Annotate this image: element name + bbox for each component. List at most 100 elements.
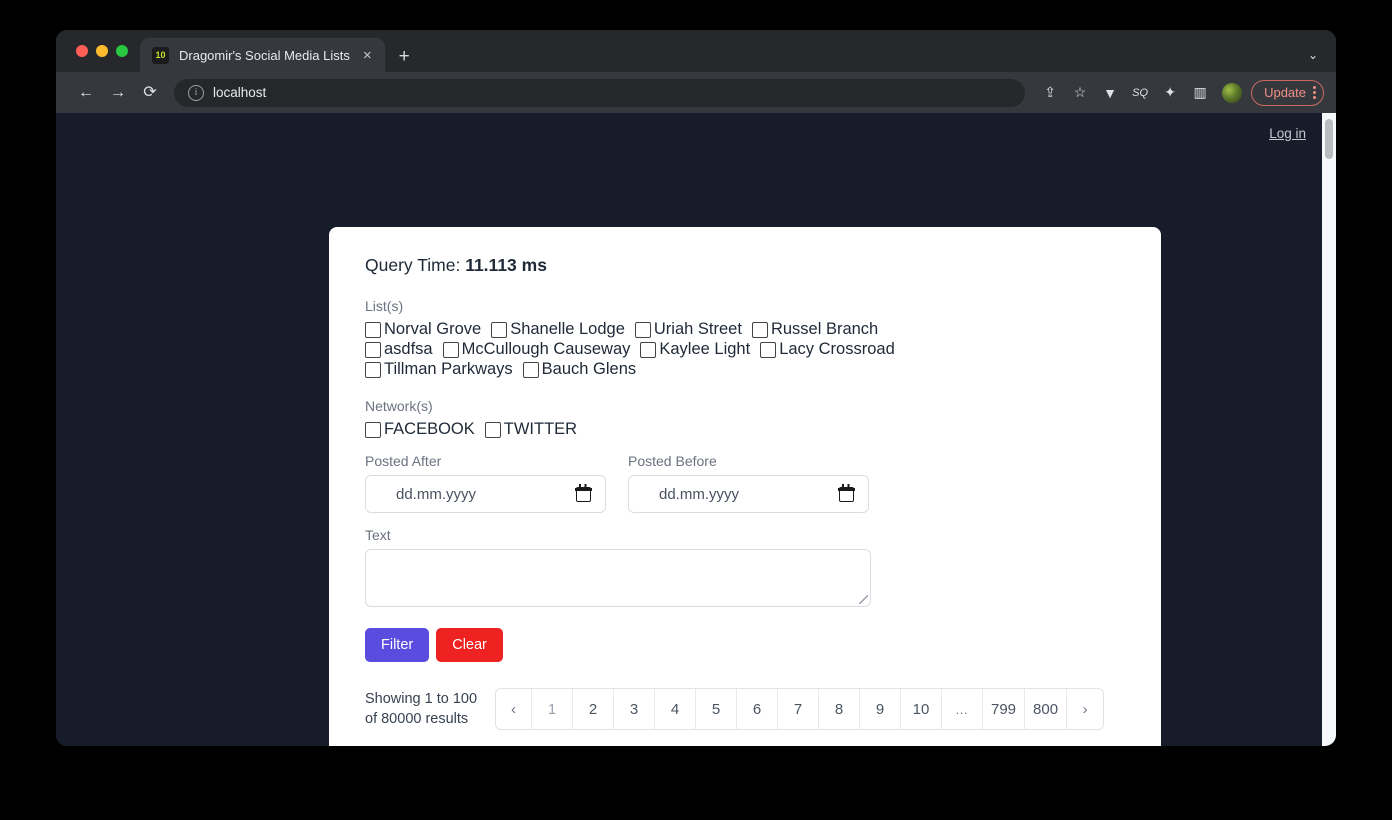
pagination-page[interactable]: 9 [860, 689, 901, 729]
list-checkbox-item[interactable]: Bauch Glens [522, 360, 637, 379]
checkbox-label: FACEBOOK [384, 420, 475, 438]
checkbox-row: Tillman Parkways Bauch Glens [365, 360, 1125, 379]
update-label: Update [1264, 85, 1306, 100]
checkbox-icon[interactable] [365, 421, 381, 438]
list-checkbox-item[interactable]: Uriah Street [634, 320, 742, 339]
profile-avatar[interactable] [1222, 82, 1243, 103]
checkbox-label: asdfsa [384, 340, 433, 358]
pagination-page[interactable]: 800 [1025, 689, 1068, 729]
login-link[interactable]: Log in [1269, 126, 1306, 141]
list-checkbox-item[interactable]: Kaylee Light [640, 340, 750, 359]
lists-label: List(s) [365, 298, 404, 314]
list-checkbox-item[interactable]: Norval Grove [365, 320, 481, 339]
checkbox-label: Bauch Glens [541, 360, 637, 378]
bookmark-star-icon[interactable]: ☆ [1067, 80, 1093, 106]
browser-tab[interactable]: 10 Dragomir's Social Media Lists × [140, 38, 385, 72]
checkbox-label: McCullough Causeway [461, 340, 631, 358]
pagination-ellipsis: … [942, 689, 983, 729]
checkbox-icon[interactable] [634, 321, 651, 338]
query-time-label: Query Time: [365, 255, 461, 275]
posted-before-field: Posted Before dd.mm.yyyy [628, 453, 869, 513]
network-checkbox-item[interactable]: FACEBOOK [365, 420, 475, 439]
text-filter-field: Text [365, 527, 1125, 607]
list-checkbox-item[interactable]: Lacy Crossroad [760, 340, 895, 359]
favicon-icon: 10 [152, 46, 169, 64]
checkbox-icon[interactable] [365, 321, 381, 338]
form-actions: Filter Clear [365, 628, 1125, 662]
checkbox-label: TWITTER [503, 420, 578, 438]
pagination-page[interactable]: 4 [655, 689, 696, 729]
checkbox-icon[interactable] [491, 321, 508, 338]
resize-handle-icon[interactable] [859, 595, 868, 604]
clear-button[interactable]: Clear [436, 628, 503, 662]
address-bar[interactable]: i localhost [174, 78, 1026, 107]
pagination-page[interactable]: 7 [778, 689, 819, 729]
chevron-down-icon[interactable]: ⌄ [1308, 48, 1318, 62]
checkbox-icon[interactable] [365, 361, 381, 378]
pagination-page[interactable]: 10 [901, 689, 942, 729]
web-page: Log in Query Time: 11.113 ms List(s) Nor… [56, 113, 1322, 746]
pagination-next[interactable]: › [1067, 689, 1103, 729]
update-button[interactable]: Update [1251, 79, 1324, 106]
site-info-icon[interactable]: i [188, 84, 204, 101]
tab-strip: 10 Dragomir's Social Media Lists × + ⌄ [56, 30, 1336, 72]
calendar-icon[interactable] [838, 483, 855, 502]
pagination-page[interactable]: 5 [696, 689, 737, 729]
checkbox-row: Norval Grove Shanelle Lodge Uriah Street… [365, 320, 1125, 339]
posted-after-placeholder: dd.mm.yyyy [396, 485, 477, 503]
posted-before-label: Posted Before [628, 453, 717, 469]
filter-card: Query Time: 11.113 ms List(s) Norval Gro… [329, 227, 1161, 746]
forward-icon[interactable]: → [104, 79, 132, 107]
v-shaped-icon[interactable]: ▼ [1097, 80, 1123, 106]
sidebar-panel-icon[interactable]: ▥ [1187, 80, 1213, 106]
browser-toolbar: ← → ⟳ i localhost ⇪ ☆ ▼ SQ ✦ ▥ Update [56, 72, 1336, 113]
list-checkbox-item[interactable]: Tillman Parkways [365, 360, 513, 379]
page-scrollbar[interactable] [1322, 113, 1336, 746]
window-controls [72, 30, 140, 72]
checkbox-label: Norval Grove [384, 320, 482, 338]
checkbox-label: Uriah Street [653, 320, 742, 338]
list-checkbox-item[interactable]: Russel Branch [751, 320, 878, 339]
list-checkbox-item[interactable]: asdfsa [365, 340, 433, 359]
checkbox-icon[interactable] [751, 321, 768, 338]
checkbox-icon[interactable] [484, 421, 501, 438]
lists-checkbox-group: Norval Grove Shanelle Lodge Uriah Street… [365, 320, 1125, 379]
back-icon[interactable]: ← [72, 79, 100, 107]
pagination-page[interactable]: 3 [614, 689, 655, 729]
close-tab-icon[interactable]: × [360, 46, 375, 65]
checkbox-icon[interactable] [640, 341, 657, 358]
extensions-puzzle-icon[interactable]: ✦ [1157, 80, 1183, 106]
posted-before-input[interactable]: dd.mm.yyyy [628, 475, 869, 513]
pagination-page[interactable]: 799 [983, 689, 1026, 729]
query-time: Query Time: 11.113 ms [365, 255, 1125, 276]
pagination-page[interactable]: 6 [737, 689, 778, 729]
browser-menu-icon[interactable] [1313, 85, 1316, 100]
text-filter-input[interactable] [365, 549, 871, 607]
pagination-prev[interactable]: ‹ [496, 689, 532, 729]
checkbox-icon[interactable] [760, 341, 777, 358]
list-checkbox-item[interactable]: McCullough Causeway [442, 340, 631, 359]
pagination-page[interactable]: 8 [819, 689, 860, 729]
network-checkbox-item[interactable]: TWITTER [484, 420, 578, 439]
sq-icon[interactable]: SQ [1127, 80, 1153, 106]
checkbox-icon[interactable] [522, 361, 539, 378]
checkbox-icon[interactable] [365, 341, 381, 358]
scrollbar-thumb[interactable] [1325, 119, 1333, 159]
filter-button[interactable]: Filter [365, 628, 430, 662]
checkbox-label: Kaylee Light [659, 340, 751, 358]
calendar-icon[interactable] [575, 483, 592, 502]
posted-after-input[interactable]: dd.mm.yyyy [365, 475, 606, 513]
url-text: localhost [213, 85, 267, 100]
list-checkbox-item[interactable]: Shanelle Lodge [491, 320, 625, 339]
pagination-page[interactable]: 1 [532, 689, 573, 729]
pagination-page[interactable]: 2 [573, 689, 614, 729]
close-window-button[interactable] [76, 45, 88, 57]
minimize-window-button[interactable] [96, 45, 108, 57]
reload-icon[interactable]: ⟳ [136, 79, 164, 107]
checkbox-icon[interactable] [442, 341, 459, 358]
maximize-window-button[interactable] [116, 45, 128, 57]
networks-checkbox-group: FACEBOOK TWITTER [365, 420, 1125, 439]
share-icon[interactable]: ⇪ [1037, 80, 1063, 106]
tab-title: Dragomir's Social Media Lists [179, 47, 350, 63]
new-tab-button[interactable]: + [399, 47, 410, 66]
